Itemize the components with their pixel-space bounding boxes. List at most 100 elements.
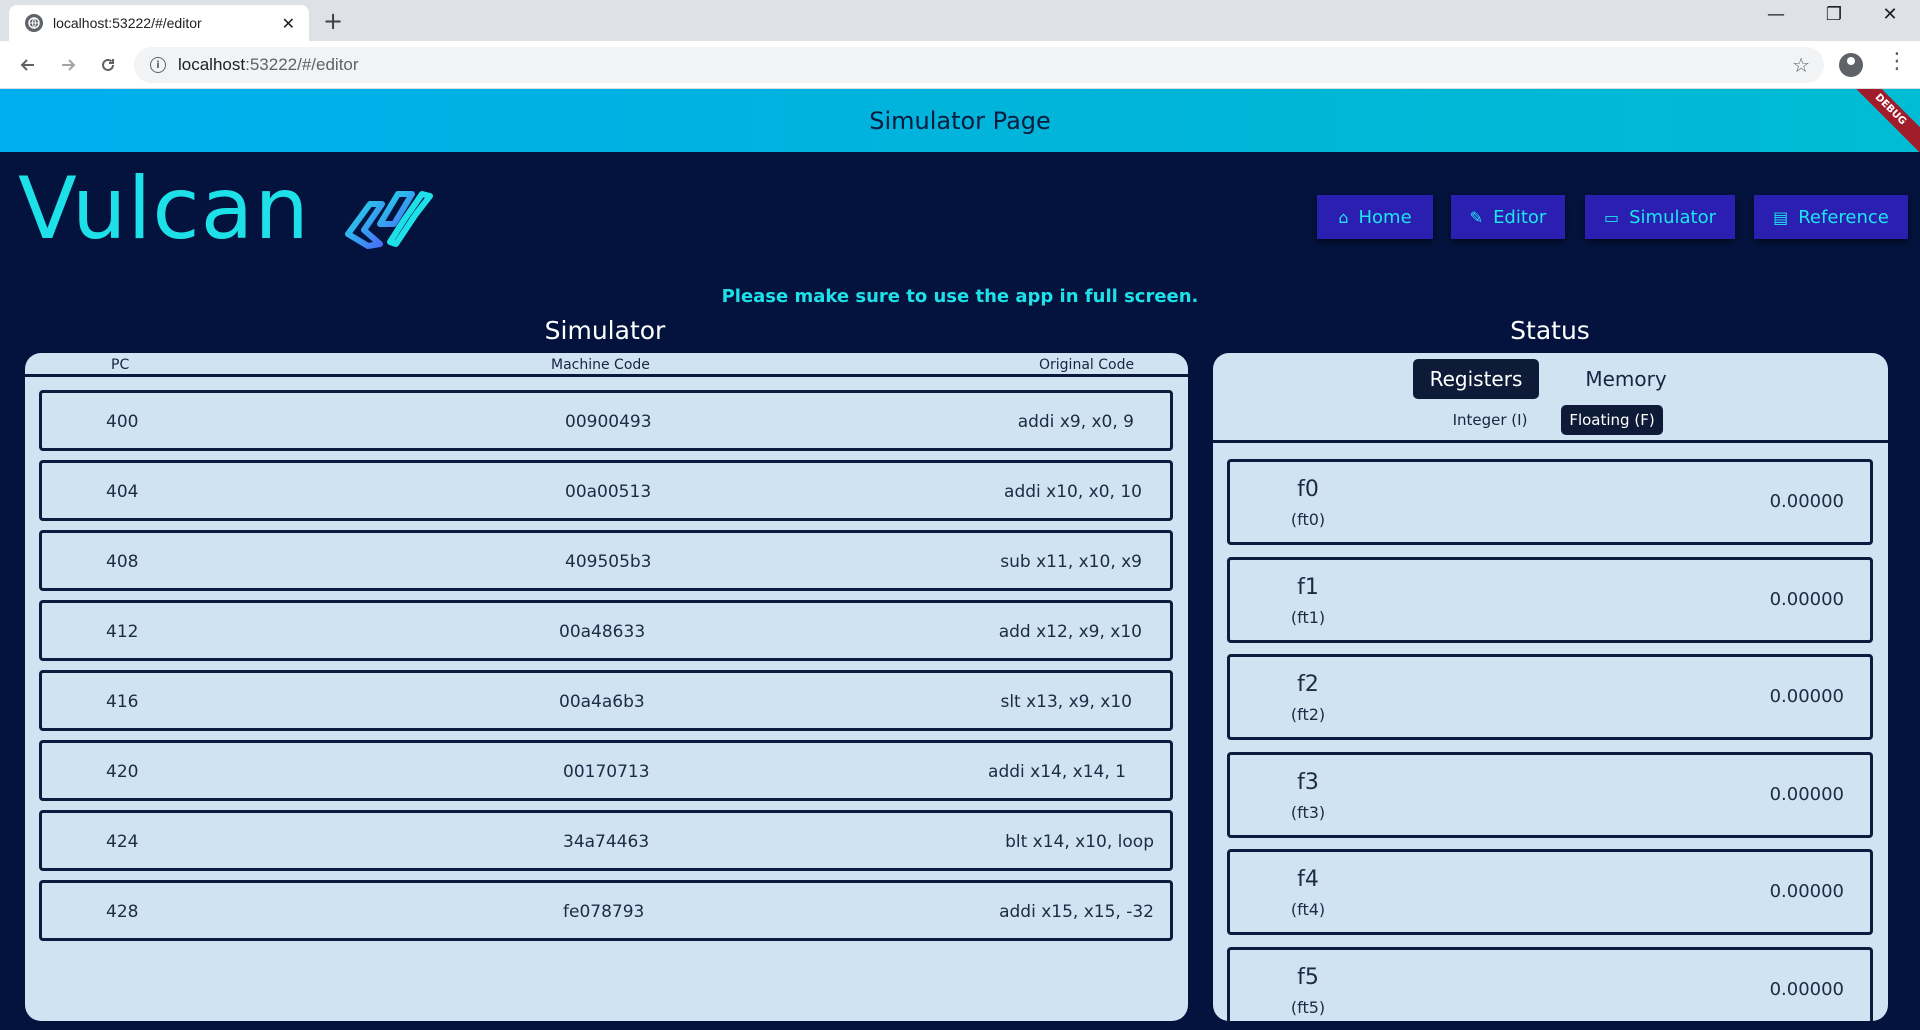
simulator-panel: PC Machine Code Original Code 400 009004…	[25, 353, 1188, 1021]
register-alias: (ft5)	[1290, 998, 1326, 1017]
machine-code-value: 00900493	[565, 412, 652, 432]
instruction-row[interactable]: 400 00900493 addi x9, x0, 9	[39, 390, 1173, 451]
register-card: f0 (ft0) 0.00000	[1227, 459, 1873, 545]
machine-code-value: 409505b3	[565, 552, 652, 572]
address-bar[interactable]: i localhost:53222/#/editor ☆	[134, 47, 1824, 83]
instruction-row[interactable]: 416 00a4a6b3 slt x13, x9, x10	[39, 670, 1173, 731]
original-code-value: add x12, x9, x10	[998, 622, 1142, 642]
original-code-value: slt x13, x9, x10	[1000, 692, 1132, 712]
fullscreen-notice: Please make sure to use the app in full …	[721, 286, 1199, 307]
close-window-button[interactable]: ✕	[1862, 4, 1918, 25]
pc-value: 408	[106, 552, 139, 572]
restore-button[interactable]: ❐	[1806, 4, 1862, 25]
nav-editor-button[interactable]: ✎ Editor	[1451, 195, 1565, 239]
register-card: f5 (ft5) 0.00000	[1227, 947, 1873, 1021]
instruction-row[interactable]: 412 00a48633 add x12, x9, x10	[39, 600, 1173, 661]
globe-icon	[25, 14, 43, 32]
tab-close-icon[interactable]: ✕	[282, 14, 295, 33]
machine-code-value: fe078793	[563, 902, 645, 922]
machine-code-value: 00a00513	[565, 482, 652, 502]
register-card: f1 (ft1) 0.00000	[1227, 557, 1873, 643]
original-code-value: addi x10, x0, 10	[1004, 482, 1142, 502]
register-name: f5	[1297, 965, 1319, 990]
register-alias: (ft4)	[1290, 900, 1326, 919]
register-name: f1	[1297, 575, 1319, 600]
register-name: f4	[1297, 867, 1319, 892]
debug-banner: DEBUG	[1841, 89, 1920, 152]
vulcan-logo-icon	[345, 191, 433, 249]
register-card: f3 (ft3) 0.00000	[1227, 752, 1873, 838]
original-code-value: sub x11, x10, x9	[1000, 552, 1142, 572]
profile-avatar-icon[interactable]	[1839, 53, 1863, 77]
register-value: 0.00000	[1769, 589, 1844, 610]
pencil-icon: ✎	[1469, 207, 1484, 227]
pc-value: 400	[106, 412, 139, 432]
forward-arrow-icon[interactable]	[54, 51, 82, 79]
register-value: 0.00000	[1769, 491, 1844, 512]
vulcan-logo-text: Vulcan	[18, 159, 310, 259]
reload-icon[interactable]	[94, 51, 122, 79]
register-card: f2 (ft2) 0.00000	[1227, 654, 1873, 740]
minimize-button[interactable]: —	[1748, 4, 1804, 25]
nav-simulator-label: Simulator	[1629, 206, 1716, 228]
machine-code-value: 34a74463	[563, 832, 650, 852]
pc-value: 416	[106, 692, 139, 712]
simulator-title: Simulator	[544, 316, 666, 345]
menu-kebab-icon[interactable]: ⋮	[1886, 49, 1908, 74]
instruction-row[interactable]: 420 00170713 addi x14, x14, 1	[39, 740, 1173, 801]
register-card: f4 (ft4) 0.00000	[1227, 849, 1873, 935]
nav-home-label: Home	[1358, 206, 1412, 228]
browser-tab-strip: localhost:53222/#/editor ✕ + — ❐ ✕	[0, 0, 1920, 41]
pc-value: 428	[106, 902, 139, 922]
register-name: f2	[1297, 672, 1319, 697]
machine-code-value: 00170713	[563, 762, 650, 782]
nav-editor-label: Editor	[1493, 206, 1547, 228]
original-code-value: addi x9, x0, 9	[1017, 412, 1134, 432]
tab-registers[interactable]: Registers	[1413, 359, 1539, 399]
register-value: 0.00000	[1769, 881, 1844, 902]
subtab-integer[interactable]: Integer (I)	[1435, 405, 1545, 435]
original-code-column-header: Original Code	[1039, 357, 1135, 373]
status-title: Status	[1510, 316, 1590, 345]
new-tab-button[interactable]: +	[323, 7, 343, 35]
original-code-value: blt x14, x10, loop	[1005, 832, 1154, 852]
register-alias: (ft0)	[1290, 510, 1326, 529]
browser-toolbar: i localhost:53222/#/editor ☆ ⋮	[0, 41, 1920, 89]
info-icon[interactable]: i	[150, 57, 166, 73]
url-text: localhost:53222/#/editor	[178, 55, 1792, 75]
bookmark-star-icon[interactable]: ☆	[1792, 53, 1810, 77]
tab-memory[interactable]: Memory	[1563, 359, 1689, 399]
register-alias: (ft1)	[1290, 608, 1326, 627]
nav-simulator-button[interactable]: ▭ Simulator	[1585, 195, 1735, 239]
nav-reference-label: Reference	[1798, 206, 1889, 228]
register-alias: (ft3)	[1290, 803, 1326, 822]
laptop-icon: ▭	[1604, 207, 1620, 227]
nav-reference-button[interactable]: ▤ Reference	[1754, 195, 1908, 239]
instruction-row[interactable]: 428 fe078793 addi x15, x15, -32	[39, 880, 1173, 941]
back-arrow-icon[interactable]	[14, 51, 42, 79]
register-name: f0	[1297, 477, 1319, 502]
pc-value: 424	[106, 832, 139, 852]
machine-code-value: 00a48633	[559, 622, 646, 642]
browser-tab[interactable]: localhost:53222/#/editor ✕	[9, 5, 309, 41]
register-value: 0.00000	[1769, 784, 1844, 805]
machine-code-value: 00a4a6b3	[559, 692, 645, 712]
register-value: 0.00000	[1769, 686, 1844, 707]
tab-title: localhost:53222/#/editor	[53, 15, 202, 31]
instruction-row[interactable]: 404 00a00513 addi x10, x0, 10	[39, 460, 1173, 521]
divider	[1213, 440, 1888, 443]
instruction-row[interactable]: 424 34a74463 blt x14, x10, loop	[39, 810, 1173, 871]
register-value: 0.00000	[1769, 979, 1844, 1000]
pc-value: 404	[106, 482, 139, 502]
subtab-floating[interactable]: Floating (F)	[1561, 405, 1663, 435]
home-icon: ⌂	[1338, 207, 1349, 227]
pc-column-header: PC	[111, 357, 130, 373]
page-title: Simulator Page	[869, 106, 1051, 135]
nav-home-button[interactable]: ⌂ Home	[1317, 195, 1433, 239]
app-bar: Simulator Page DEBUG	[0, 89, 1920, 152]
instruction-row[interactable]: 408 409505b3 sub x11, x10, x9	[39, 530, 1173, 591]
register-alias: (ft2)	[1290, 705, 1326, 724]
instruction-table-header: PC Machine Code Original Code	[25, 353, 1188, 377]
original-code-value: addi x14, x14, 1	[988, 762, 1126, 782]
pc-value: 412	[106, 622, 139, 642]
